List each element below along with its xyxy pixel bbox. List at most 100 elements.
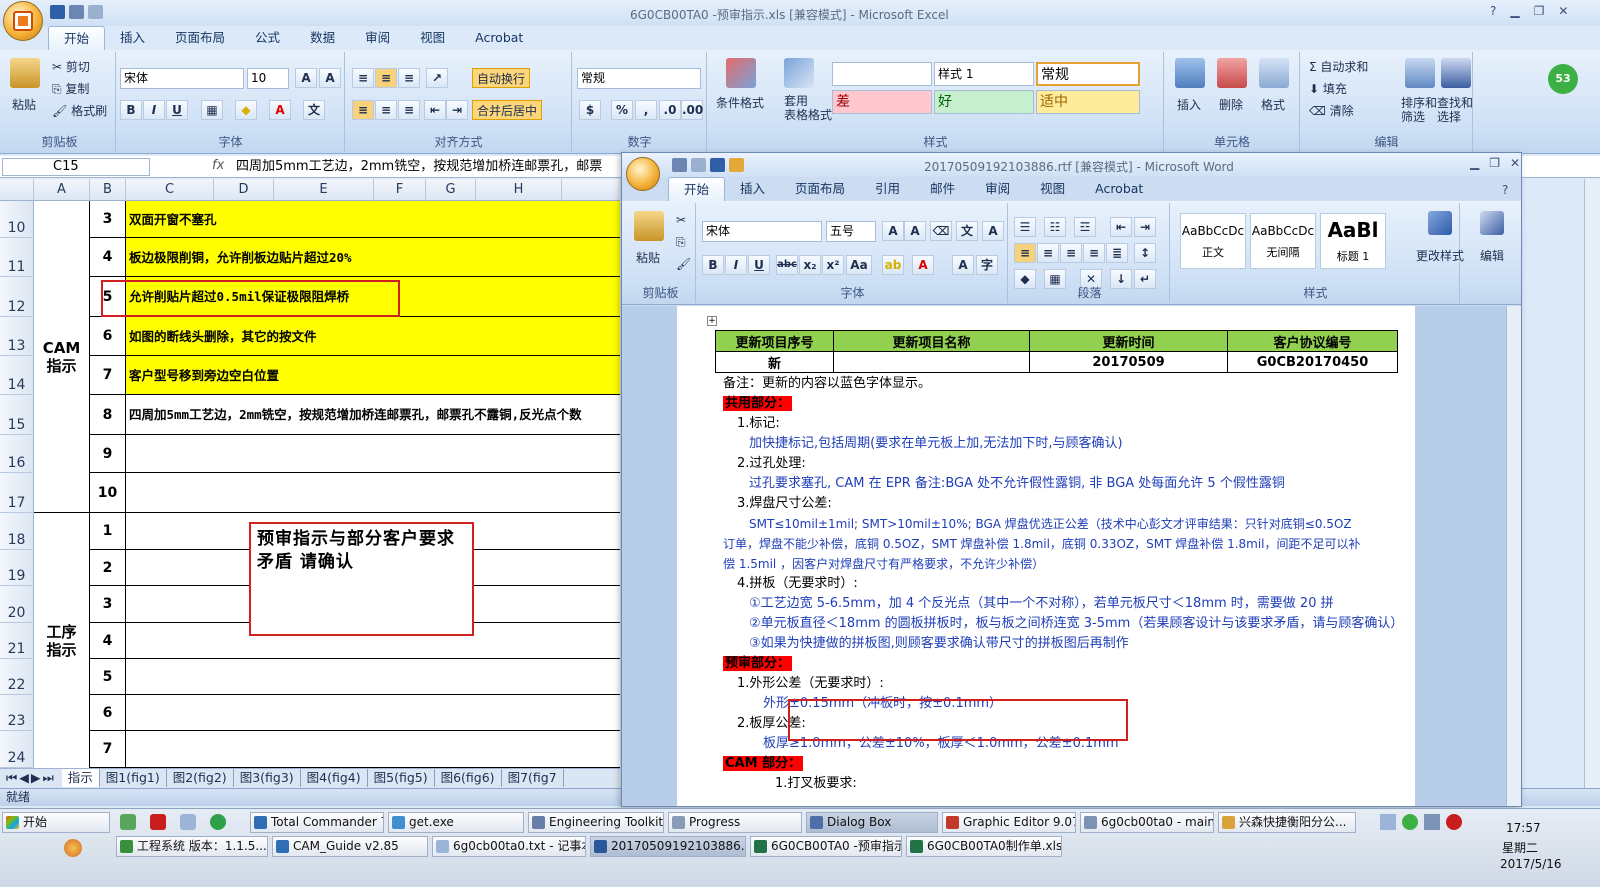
word-italic-button[interactable]: I <box>725 255 747 275</box>
fx-icon[interactable]: fx <box>212 158 224 173</box>
decrease-decimal-button[interactable]: .00 <box>681 100 703 120</box>
cut-button[interactable]: ✂ 剪切 <box>52 58 90 75</box>
word-strike-button[interactable]: abc <box>776 255 798 275</box>
cam-row-number[interactable]: 4 <box>90 238 126 277</box>
sheet-nav-arrows-icon[interactable]: ⏮◀▶⏭ <box>0 770 62 785</box>
format-as-table-button[interactable]: 套用 表格格式 <box>784 94 832 122</box>
ime-icon[interactable] <box>64 839 82 857</box>
edit-button[interactable]: 编辑 <box>1480 247 1504 264</box>
word-clear-format-button[interactable]: ⌫ <box>930 221 952 241</box>
sheet-tab-7[interactable]: 图7(fig7 <box>502 769 564 787</box>
process-row-number[interactable]: 7 <box>90 731 126 768</box>
align-top-button[interactable]: ≡ <box>352 68 374 88</box>
process-row-text[interactable] <box>126 731 620 768</box>
redo-icon[interactable] <box>88 5 103 19</box>
row-header[interactable]: 18 <box>0 513 34 550</box>
excel-vertical-scrollbar[interactable] <box>1584 179 1600 788</box>
taskbar-item[interactable]: 6g0cb00ta0.txt - 记事本 <box>432 836 586 857</box>
phonetic-button[interactable]: 文 <box>303 100 325 120</box>
word-grow-font-button[interactable]: A <box>882 221 904 241</box>
cam-row-text[interactable]: 四周加5mm工艺边，2mm铣空，按规范增加桥连邮票孔，邮票孔不露铜,反光点个数 <box>126 395 620 435</box>
word-undo-icon[interactable] <box>672 158 687 172</box>
taskbar-item[interactable]: Dialog Box <box>806 812 938 833</box>
taskbar-item[interactable]: Graphic Editor 9.07b... <box>942 812 1076 833</box>
process-row-number[interactable]: 3 <box>90 586 126 623</box>
column-header-b[interactable]: B <box>90 179 126 201</box>
word-increase-indent-button[interactable]: ⇥ <box>1134 217 1156 237</box>
word-close-icon[interactable]: ✕ <box>1510 156 1520 170</box>
cam-instruction-label[interactable]: CAM 指示 <box>34 201 90 513</box>
change-styles-button[interactable]: 更改样式 <box>1416 247 1464 264</box>
cam-row-text[interactable]: 板边极限削铜，允许削板边贴片超过20% <box>126 238 620 277</box>
row-header[interactable]: 20 <box>0 586 34 623</box>
conditional-format-button[interactable]: 条件格式 <box>716 94 764 111</box>
word-cut-icon[interactable]: ✂ <box>676 213 686 227</box>
increase-decimal-button[interactable]: .0 <box>659 100 681 120</box>
taskbar-item[interactable]: 6G0CB00TA0制作单.xls ... <box>906 836 1062 857</box>
process-row-text[interactable] <box>126 695 620 731</box>
row-header[interactable]: 13 <box>0 317 34 356</box>
find-select-button[interactable]: 查找和 选择 <box>1437 96 1473 124</box>
taskbar-item[interactable]: 工程系统 版本：1.1.5... <box>116 836 268 857</box>
align-right-button[interactable]: ≡ <box>398 100 420 120</box>
review-note-textbox[interactable]: 预审指示与部分客户要求矛盾 请确认 <box>249 522 474 636</box>
accounting-button[interactable]: $ <box>579 100 601 120</box>
column-header-e[interactable]: E <box>274 179 374 201</box>
delete-cells-icon[interactable] <box>1217 58 1247 88</box>
cam-row-text[interactable] <box>126 435 620 473</box>
notification-badge-icon[interactable]: 53 <box>1548 64 1578 94</box>
insert-cells-button[interactable]: 插入 <box>1177 96 1201 113</box>
excel-tab-1[interactable]: 插入 <box>105 26 160 50</box>
word-font-name-select[interactable]: 宋体 <box>702 221 822 242</box>
row-header[interactable]: 10 <box>0 201 34 238</box>
sheet-tab-6[interactable]: 图6(fig6) <box>435 769 502 787</box>
word-subscript-button[interactable]: x₂ <box>799 255 821 275</box>
bold-button[interactable]: B <box>120 100 142 120</box>
process-row-number[interactable]: 6 <box>90 695 126 731</box>
cam-row-text[interactable]: 如图的断线头删除，其它的按文件 <box>126 317 620 356</box>
word-phonetic-button[interactable]: 文 <box>956 221 978 241</box>
word-open-icon[interactable] <box>729 158 744 172</box>
process-row-number[interactable]: 5 <box>90 659 126 695</box>
process-row-number[interactable]: 1 <box>90 513 126 550</box>
style-good-cell[interactable]: 好 <box>934 90 1034 114</box>
delete-cells-button[interactable]: 删除 <box>1219 96 1243 113</box>
conditional-format-icon[interactable] <box>726 58 756 88</box>
numbering-button[interactable]: ☷ <box>1044 217 1066 237</box>
word-change-case-button[interactable]: Aa <box>846 255 872 275</box>
word-shrink-font-button[interactable]: A <box>904 221 926 241</box>
taskbar-item[interactable]: 20170509192103886.... <box>590 836 746 857</box>
word-format-painter-icon[interactable]: 🖌 <box>676 257 691 271</box>
excel-tab-2[interactable]: 页面布局 <box>160 26 240 50</box>
align-middle-button[interactable]: ≡ <box>375 68 397 88</box>
formula-input[interactable]: 四周加5mm工艺边，2mm铣空，按规范增加桥连邮票孔，邮票 <box>236 156 602 177</box>
word-tab-6[interactable]: 视图 <box>1025 177 1080 201</box>
font-color-button[interactable]: A <box>269 100 291 120</box>
sort-filter-icon[interactable] <box>1405 58 1435 88</box>
taskbar-item[interactable]: 兴森快捷衡阳分公... <box>1218 812 1356 833</box>
word-paste-icon[interactable] <box>634 211 664 241</box>
taskbar-item[interactable]: Engineering Toolkit 9... <box>528 812 664 833</box>
close-icon[interactable]: ✕ <box>1558 4 1568 18</box>
word-tab-0[interactable]: 开始 <box>668 177 726 201</box>
word-tab-3[interactable]: 引用 <box>860 177 915 201</box>
taskbar-item[interactable]: 6g0cb00ta0 - main_qa <box>1080 812 1214 833</box>
word-redo-icon[interactable] <box>691 158 706 172</box>
tray-update-icon[interactable] <box>1402 814 1418 830</box>
word-distributed-button[interactable]: ≣ <box>1106 243 1128 263</box>
word-copy-icon[interactable]: ⎘ <box>676 235 686 250</box>
row-header[interactable]: 23 <box>0 695 34 731</box>
fill-button[interactable]: ⬇ 填充 <box>1309 80 1347 97</box>
word-align-left-button[interactable]: ≡ <box>1014 243 1036 263</box>
clear-button[interactable]: ⌫ 清除 <box>1309 102 1354 119</box>
column-header-g[interactable]: G <box>426 179 476 201</box>
row-header[interactable]: 24 <box>0 731 34 768</box>
merge-center-button[interactable]: 合并后居中 <box>472 100 543 120</box>
format-cells-icon[interactable] <box>1259 58 1289 88</box>
word-tab-7[interactable]: Acrobat <box>1080 177 1158 201</box>
multilevel-button[interactable]: ☲ <box>1074 217 1096 237</box>
tray-keyboard-icon[interactable] <box>1380 814 1396 830</box>
excel-tab-0[interactable]: 开始 <box>48 26 106 50</box>
select-all-corner[interactable] <box>0 179 34 201</box>
word-tab-5[interactable]: 审阅 <box>970 177 1025 201</box>
